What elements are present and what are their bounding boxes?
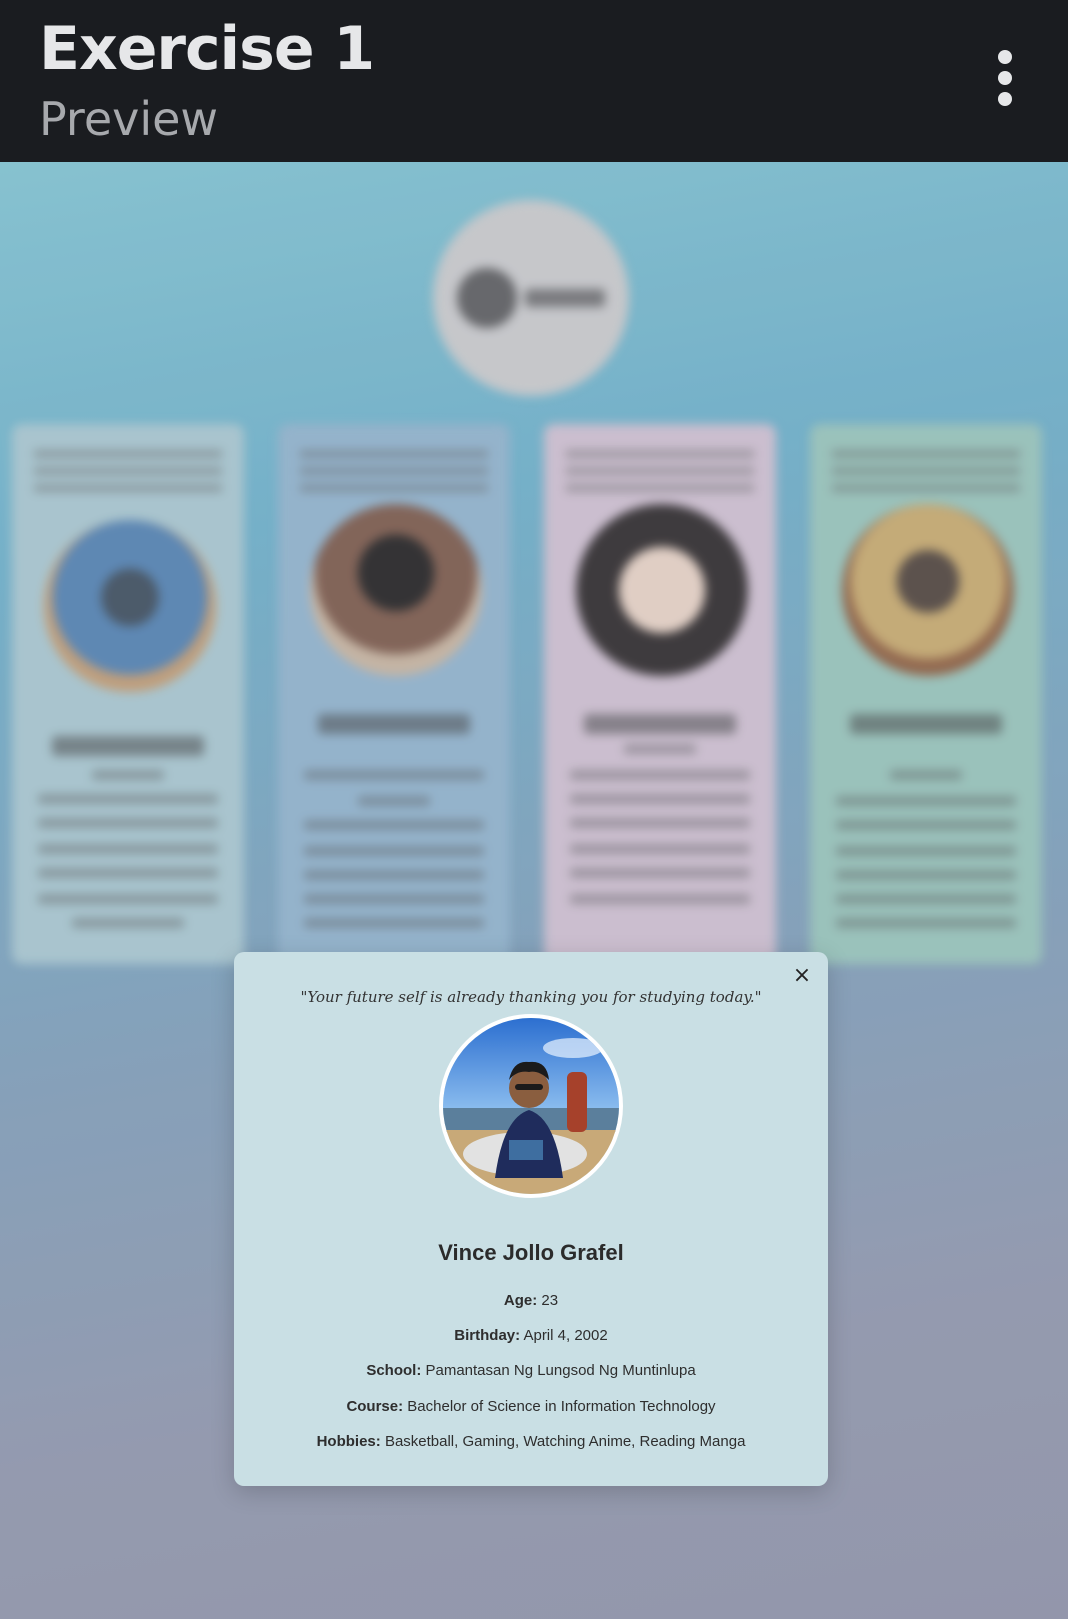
profile-photo <box>439 1014 623 1198</box>
profile-name: Vince Jollo Grafel <box>438 1240 624 1265</box>
profile-school: School: Pamantasan Ng Lungsod Ng Muntinl… <box>234 1362 828 1379</box>
kebab-vertical-icon[interactable] <box>985 50 1025 106</box>
profile-birthday: Birthday: April 4, 2002 <box>234 1327 828 1344</box>
profile-course: Course: Bachelor of Science in Informati… <box>234 1398 828 1415</box>
page-title: Exercise 1 <box>39 14 375 84</box>
field-value: Basketball, Gaming, Watching Anime, Read… <box>384 1433 746 1450</box>
profile-hobbies: Hobbies: Basketball, Gaming, Watching An… <box>234 1433 828 1450</box>
app-header: Exercise 1 Preview <box>0 0 1068 162</box>
page-subtitle: Preview <box>39 92 219 146</box>
field-value: Bachelor of Science in Information Techn… <box>407 1398 716 1415</box>
preview-stage: × "Your future self is already thanking … <box>0 162 1068 1619</box>
profile-quote: "Your future self is already thanking yo… <box>300 988 762 1006</box>
field-value: April 4, 2002 <box>523 1327 608 1344</box>
profile-modal: × "Your future self is already thanking … <box>234 952 828 1486</box>
field-value: Pamantasan Ng Lungsod Ng Muntinlupa <box>425 1362 696 1379</box>
field-label: Age: <box>503 1292 538 1309</box>
field-label: Hobbies: <box>316 1433 381 1450</box>
close-icon[interactable]: × <box>790 964 814 988</box>
field-label: Birthday: <box>454 1327 521 1344</box>
profile-age: Age: 23 <box>234 1292 828 1309</box>
field-label: Course: <box>346 1398 404 1415</box>
field-label: School: <box>366 1362 422 1379</box>
field-value: 23 <box>541 1292 559 1309</box>
